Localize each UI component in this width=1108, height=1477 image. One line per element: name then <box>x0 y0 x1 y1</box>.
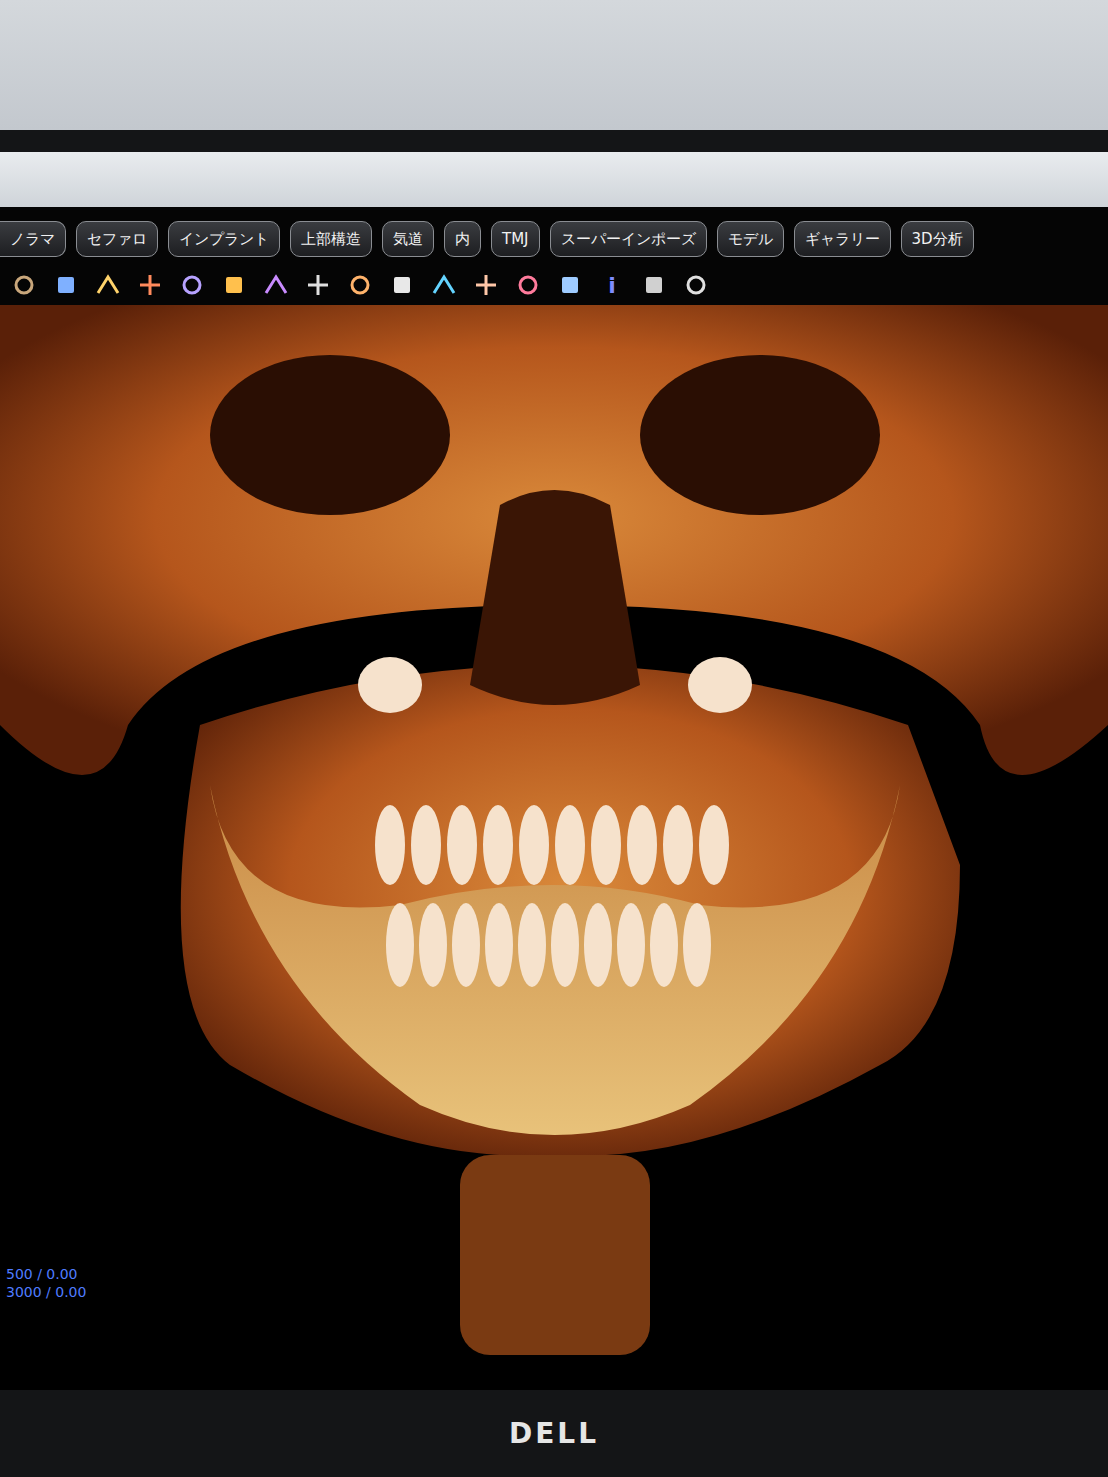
tool-icon[interactable] <box>220 271 248 299</box>
photo: ノラマセファロインプラント上部構造気道内 TMJ スーパーインポーズモデルギャラリー… <box>0 0 1108 1477</box>
bezel: DELL <box>0 1390 1108 1477</box>
brand-logo: DELL <box>509 1417 599 1450</box>
tab[interactable]: ノラマ <box>0 221 66 257</box>
tab[interactable]: ギャラリー <box>794 221 891 257</box>
tab[interactable]: インプラント <box>168 221 280 257</box>
tab[interactable]: 3D分析 <box>901 221 974 257</box>
tool-icon[interactable] <box>52 271 80 299</box>
tab[interactable]: モデル <box>717 221 784 257</box>
tool-icon[interactable] <box>388 271 416 299</box>
tab-bar: ノラマセファロインプラント上部構造気道内 TMJ スーパーインポーズモデルギャラリー… <box>0 207 1108 265</box>
tool-icon[interactable] <box>682 271 710 299</box>
window-level-readout: 500 / 0.00 <box>6 1266 86 1282</box>
tool-icon[interactable] <box>346 271 374 299</box>
tool-icon[interactable] <box>514 271 542 299</box>
tab[interactable]: セファロ <box>76 221 158 257</box>
tool-icon[interactable] <box>304 271 332 299</box>
viewport[interactable]: 500 / 0.00 3000 / 0.00 <box>0 305 1108 1390</box>
tab[interactable]: 上部構造 <box>290 221 372 257</box>
tab[interactable]: TMJ <box>491 221 540 257</box>
wall <box>0 0 1108 130</box>
monitor: ノラマセファロインプラント上部構造気道内 TMJ スーパーインポーズモデルギャラリー… <box>0 130 1108 1477</box>
title-strip <box>0 152 1108 207</box>
skull-render <box>0 305 1108 1385</box>
tab[interactable]: スーパーインポーズ <box>550 221 707 257</box>
tab[interactable]: 内 <box>444 221 481 257</box>
info-button[interactable]: i <box>598 273 626 298</box>
readouts: 500 / 0.00 3000 / 0.00 <box>6 1266 86 1300</box>
tab[interactable]: 気道 <box>382 221 434 257</box>
tool-icon[interactable] <box>556 271 584 299</box>
tool-icon[interactable] <box>430 271 458 299</box>
tool-icon[interactable] <box>136 271 164 299</box>
tool-icon[interactable] <box>640 271 668 299</box>
tool-icon[interactable] <box>94 271 122 299</box>
tool-icon[interactable] <box>472 271 500 299</box>
screen: ノラマセファロインプラント上部構造気道内 TMJ スーパーインポーズモデルギャラリー… <box>0 152 1108 1390</box>
tool-bar: i <box>0 265 1108 305</box>
tool-icon[interactable] <box>178 271 206 299</box>
tool-icon[interactable] <box>262 271 290 299</box>
window-level-readout: 3000 / 0.00 <box>6 1284 86 1300</box>
tool-icon[interactable] <box>10 271 38 299</box>
